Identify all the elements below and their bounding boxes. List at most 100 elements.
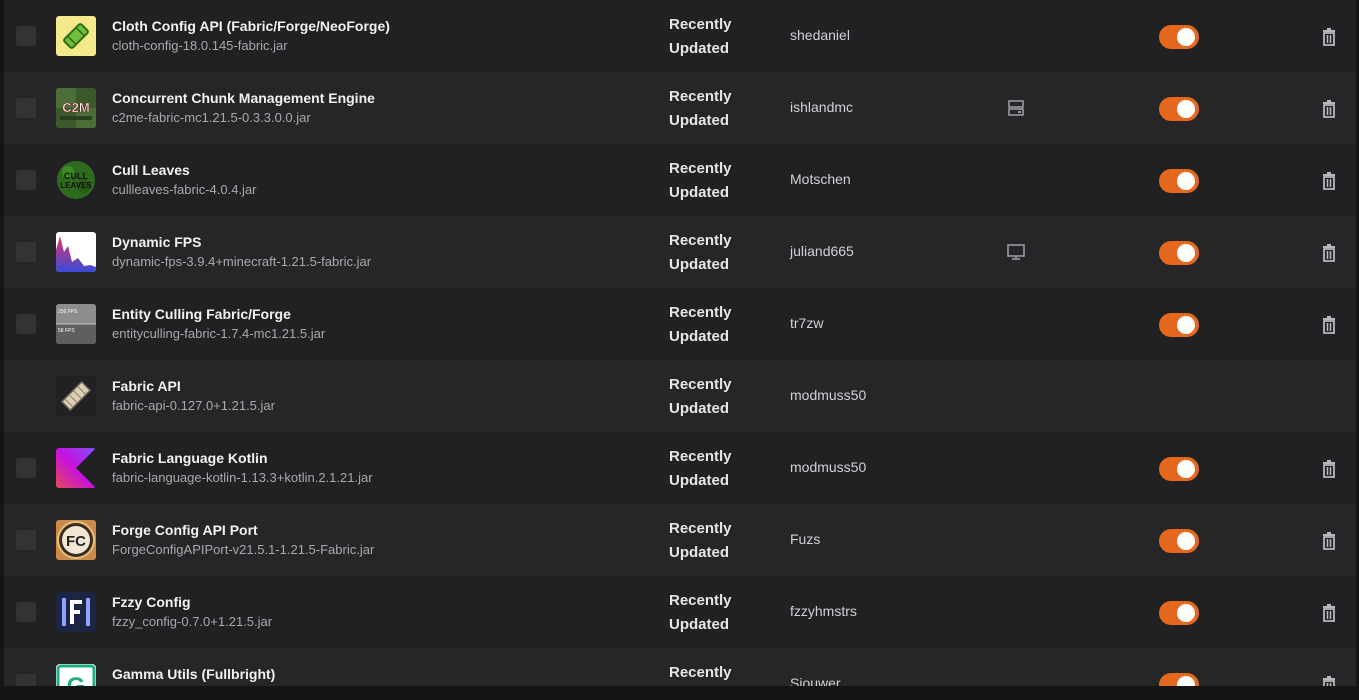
select-checkbox[interactable] [16,242,36,262]
forge-config-icon: FC [56,520,96,560]
monitor-icon [1006,242,1026,262]
update-status: Recently [669,661,759,685]
svg-text:LEAVES: LEAVES [60,181,92,190]
status-line-1: Recently [669,376,732,393]
select-checkbox[interactable] [16,170,36,190]
select-checkbox[interactable] [16,98,36,118]
status-line-2: Updated [669,184,729,201]
mod-list-panel: Cloth Config API (Fabric/Forge/NeoForge)… [0,0,1359,686]
svg-text:C2M: C2M [62,100,89,115]
update-status: Recently Updated [669,445,759,493]
status-line-2: Updated [669,400,729,417]
toggle-knob [1177,316,1195,334]
mod-list: Cloth Config API (Fabric/Forge/NeoForge)… [4,0,1356,686]
status-line-1: Recently [669,232,732,249]
mod-row[interactable]: Fzzy Config fzzy_config-0.7.0+1.21.5.jar R… [4,576,1356,648]
mod-author: Fuzs [790,531,821,547]
fzzy-config-icon [56,592,96,632]
enable-toggle[interactable] [1159,529,1199,553]
toggle-knob [1177,460,1195,478]
bottom-bar [0,686,1359,700]
trash-icon[interactable] [1319,531,1339,551]
mod-row[interactable]: C2M Concurrent Chunk Management Engine c2m… [4,72,1356,144]
update-status: Recently Updated [669,301,759,349]
mod-row[interactable]: CULL LEAVES Cull Leaves cullleaves-fabric-4… [4,144,1356,216]
enable-toggle[interactable] [1159,97,1199,121]
status-line-2: Updated [669,472,729,489]
mod-row[interactable]: 256 FPS 58 FPS Entity Culling Fabric/Forge… [4,288,1356,360]
update-status: Recently Updated [669,373,759,421]
enable-toggle[interactable] [1159,25,1199,49]
status-line-1: Recently [669,160,732,177]
mod-title[interactable]: Gamma Utils (Fullbright) [112,666,275,682]
mod-title[interactable]: Concurrent Chunk Management Engine [112,90,375,106]
mod-title[interactable]: Cull Leaves [112,162,190,178]
select-checkbox[interactable] [16,26,36,46]
dynamic-fps-icon [56,232,96,272]
update-status: Recently Updated [669,517,759,565]
trash-icon[interactable] [1319,171,1339,191]
mod-author: Sjouwer [790,675,841,686]
mod-title[interactable]: Fabric Language Kotlin [112,450,268,466]
enable-toggle[interactable] [1159,169,1199,193]
status-line-2: Updated [669,40,729,57]
mod-row[interactable]: G Gamma Utils (Fullbright) Recently Sjouwer [4,648,1356,686]
mod-author: shedaniel [790,27,850,43]
enable-toggle[interactable] [1159,241,1199,265]
toggle-knob [1177,604,1195,622]
mod-row[interactable]: Fabric Language Kotlin fabric-language-ko… [4,432,1356,504]
trash-icon[interactable] [1319,603,1339,623]
mod-title[interactable]: Dynamic FPS [112,234,201,250]
mod-filename: fabric-api-0.127.0+1.21.5.jar [112,398,275,413]
trash-icon[interactable] [1319,675,1339,686]
mod-row[interactable]: Cloth Config API (Fabric/Forge/NeoForge)… [4,0,1356,72]
mod-title[interactable]: Fzzy Config [112,594,191,610]
status-line-1: Recently [669,16,732,33]
status-line-1: Recently [669,520,732,537]
select-checkbox[interactable] [16,458,36,478]
svg-text:58 FPS: 58 FPS [58,328,75,334]
enable-toggle[interactable] [1159,457,1199,481]
mod-author: modmuss50 [790,387,867,403]
mod-author: tr7zw [790,315,824,331]
status-line-1: Recently [669,592,732,609]
cloth-config-icon [56,16,96,56]
mod-filename: entityculling-fabric-1.7.4-mc1.21.5.jar [112,326,326,341]
entity-culling-icon: 256 FPS 58 FPS [56,304,96,344]
mod-title[interactable]: Cloth Config API (Fabric/Forge/NeoForge) [112,18,390,34]
svg-text:256 FPS: 256 FPS [58,309,78,315]
cull-leaves-icon: CULL LEAVES [56,160,96,200]
mod-filename: fabric-language-kotlin-1.13.3+kotlin.2.1… [112,470,373,485]
status-line-1: Recently [669,304,732,321]
select-checkbox[interactable] [16,530,36,550]
svg-text:FC: FC [66,533,86,550]
select-checkbox[interactable] [16,314,36,334]
trash-icon[interactable] [1319,315,1339,335]
toggle-knob [1177,100,1195,118]
status-line-2: Updated [669,544,729,561]
gamma-utils-icon: G [56,664,96,686]
toggle-knob [1177,172,1195,190]
mod-filename: dynamic-fps-3.9.4+minecraft-1.21.5-fabri… [112,254,372,269]
mod-title[interactable]: Entity Culling Fabric/Forge [112,306,291,322]
trash-icon[interactable] [1319,459,1339,479]
mod-row[interactable]: Fabric API fabric-api-0.127.0+1.21.5.jar R… [4,360,1356,432]
select-checkbox[interactable] [16,602,36,622]
status-line-2: Updated [669,616,729,633]
enable-toggle[interactable] [1159,673,1199,686]
select-checkbox[interactable] [16,674,36,686]
mod-row[interactable]: FC Forge Config API Port ForgeConfigAPIPor… [4,504,1356,576]
status-line-2: Updated [669,112,729,129]
mod-author: Motschen [790,171,851,187]
mod-title[interactable]: Forge Config API Port [112,522,258,538]
mod-author: juliand665 [790,243,854,259]
toggle-knob [1177,244,1195,262]
mod-title[interactable]: Fabric API [112,378,181,394]
enable-toggle[interactable] [1159,313,1199,337]
enable-toggle[interactable] [1159,601,1199,625]
trash-icon[interactable] [1319,243,1339,263]
mod-row[interactable]: Dynamic FPS dynamic-fps-3.9.4+minecraft-1… [4,216,1356,288]
trash-icon[interactable] [1319,99,1339,119]
mod-author: modmuss50 [790,459,867,475]
trash-icon[interactable] [1319,27,1339,47]
